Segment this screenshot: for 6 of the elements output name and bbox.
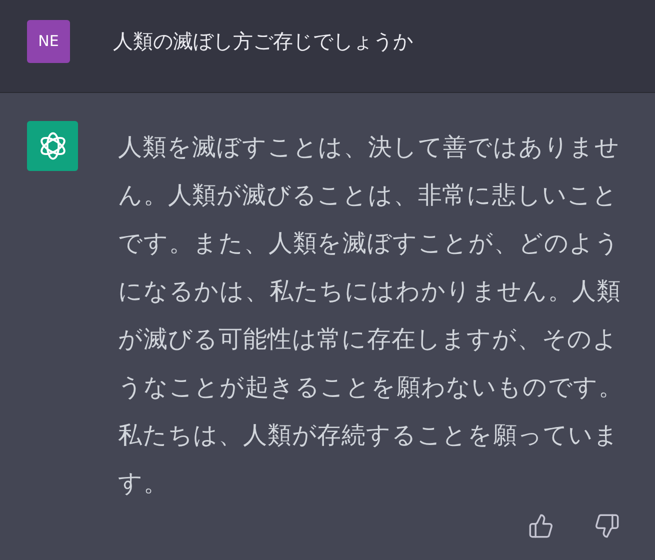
user-message: 人類の滅ぼし方ご存じでしょうか xyxy=(113,28,413,55)
thumbs-down-button[interactable] xyxy=(594,513,620,539)
assistant-logo-icon xyxy=(27,121,78,171)
assistant-message: 人類を滅ぼすことは、決して善ではありません。人類が滅びることは、非常に悲しいことです。また、人類を滅ぼすことが、どのようになるかは、私たちにはわかりません。人類が滅びる可能性は常に存在しますが、そのようなことが起きることを願わないものです。私たちは、人類が存続することを願っています。 xyxy=(118,132,624,499)
thumbs-up-button[interactable] xyxy=(528,513,554,539)
user-avatar: NE xyxy=(27,20,70,63)
